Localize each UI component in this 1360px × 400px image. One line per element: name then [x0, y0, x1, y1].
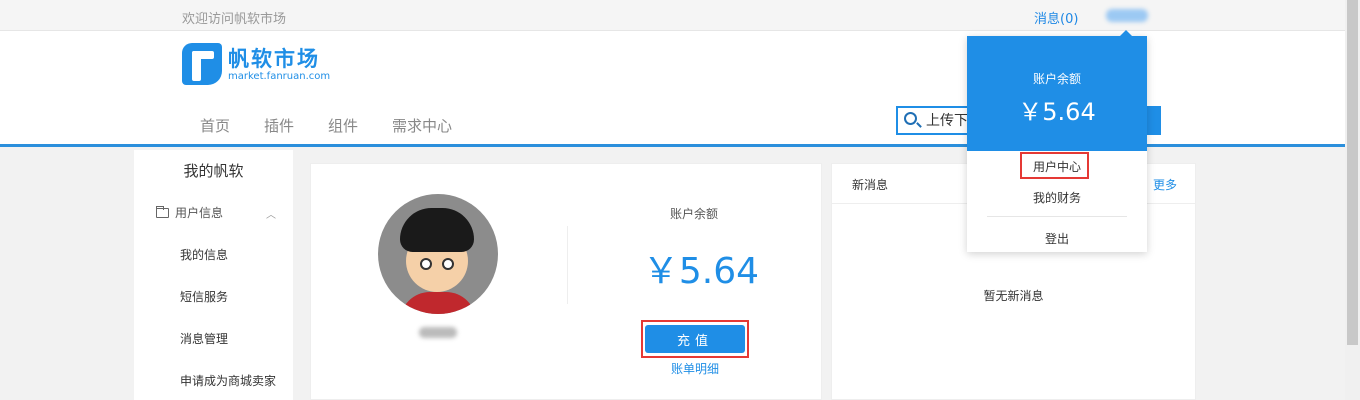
- site-header: 帆软市场 market.fanruan.com 首页 插件 组件 需求中心: [0, 31, 1360, 147]
- site-logo[interactable]: 帆软市场 market.fanruan.com: [182, 43, 332, 87]
- logo-mark-icon: [182, 43, 222, 85]
- divider: [987, 216, 1127, 217]
- recharge-button[interactable]: 充值: [645, 325, 745, 353]
- messages-link[interactable]: 消息(0): [1034, 8, 1078, 27]
- messages-more-link[interactable]: 更多: [1153, 176, 1177, 193]
- divider: [567, 226, 568, 304]
- dropdown-item-logout[interactable]: 登出: [967, 230, 1147, 247]
- dropdown-balance-header: 账户余额 ￥5.64: [967, 36, 1147, 151]
- messages-title: 新消息: [852, 178, 889, 192]
- sidebar: 我的帆软 用户信息 ︿ 我的信息 短信服务 消息管理 申请成为商城卖家: [134, 150, 293, 400]
- account-card: 账户余额 ￥5.64 充值 账单明细: [310, 163, 822, 400]
- main-nav: 首页 插件 组件 需求中心: [200, 115, 452, 136]
- user-dropdown: 账户余额 ￥5.64 用户中心 我的财务 登出: [967, 30, 1147, 252]
- welcome-text: 欢迎访问帆软市场: [182, 12, 287, 27]
- search-icon: [904, 112, 917, 125]
- logo-url: market.fanruan.com: [228, 71, 331, 82]
- logo-name: 帆软市场: [228, 47, 320, 71]
- avatar-eye: [420, 258, 432, 270]
- balance-value: ￥5.64: [642, 251, 760, 292]
- bill-details-link[interactable]: 账单明细: [645, 360, 745, 377]
- sidebar-item-sms-service[interactable]: 短信服务: [180, 288, 228, 305]
- sidebar-item-become-seller[interactable]: 申请成为商城卖家: [180, 372, 276, 389]
- nav-item-components[interactable]: 组件: [328, 115, 358, 136]
- sidebar-item-message-management[interactable]: 消息管理: [180, 330, 228, 347]
- dropdown-item-my-finance[interactable]: 我的财务: [967, 189, 1147, 206]
- sidebar-group-label: 用户信息: [175, 206, 224, 220]
- sidebar-group-user-info[interactable]: 用户信息 ︿: [156, 204, 276, 221]
- nav-item-demand-center[interactable]: 需求中心: [392, 115, 452, 136]
- username-label: [419, 327, 457, 338]
- dropdown-balance-label: 账户余额: [1032, 72, 1081, 86]
- nav-item-plugins[interactable]: 插件: [264, 115, 294, 136]
- sidebar-title: 我的帆软: [183, 162, 244, 180]
- avatar-hair: [400, 208, 474, 252]
- chevron-up-icon: ︿: [266, 210, 276, 221]
- dropdown-item-user-center[interactable]: 用户中心: [967, 158, 1147, 175]
- folder-icon: [156, 206, 169, 218]
- nav-item-home[interactable]: 首页: [200, 115, 230, 136]
- scrollbar-thumb[interactable]: [1347, 0, 1358, 345]
- top-bar: 欢迎访问帆软市场 消息(0): [0, 0, 1360, 31]
- avatar: [378, 194, 498, 314]
- avatar-shirt: [400, 292, 476, 314]
- balance-label: 账户余额: [669, 207, 718, 221]
- messages-empty-text: 暂无新消息: [983, 289, 1044, 303]
- avatar-eye: [442, 258, 454, 270]
- sidebar-item-my-info[interactable]: 我的信息: [180, 246, 228, 263]
- username-link[interactable]: [1106, 9, 1148, 22]
- dropdown-balance-value: ￥5.64: [1018, 98, 1096, 126]
